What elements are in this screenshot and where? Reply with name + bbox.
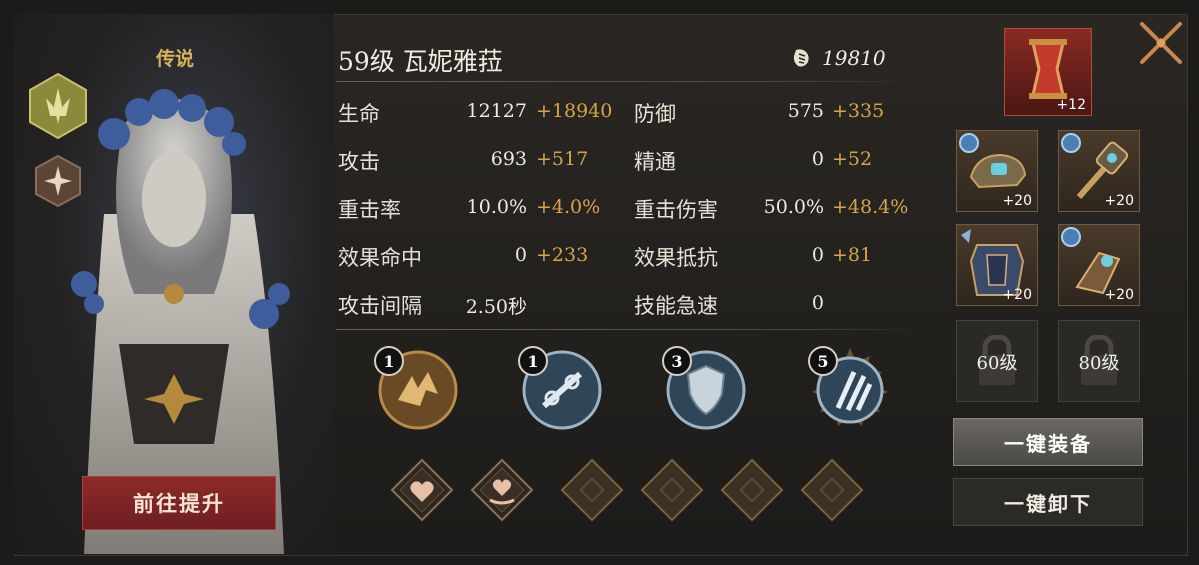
rune-5-empty-icon[interactable] <box>720 458 784 522</box>
artifact-slot[interactable]: +12 <box>1004 28 1092 116</box>
stat-base-crit-rate: 10.0% <box>466 196 527 218</box>
stat-label-crit-damage: 重击伤害 <box>634 198 718 222</box>
stat-label-effect-hit: 效果命中 <box>338 246 422 270</box>
equip-level-armor: +20 <box>1002 287 1032 303</box>
stat-base-attack-interval: 2.50秒 <box>465 296 527 318</box>
rune-4-empty-icon[interactable] <box>640 458 704 522</box>
stat-label-attack-interval: 攻击间隔 <box>338 294 422 318</box>
stat-label-skill-haste: 技能急速 <box>634 294 718 318</box>
stat-bonus-crit-rate: +4.0% <box>536 196 601 218</box>
rune-2-heart-hand-icon[interactable] <box>470 458 534 522</box>
stat-base-defense: 575 <box>787 100 824 122</box>
power-value: 19810 <box>822 46 886 70</box>
hero-name: 59级 瓦妮雅菈 <box>338 47 503 76</box>
stat-label-hp: 生命 <box>338 102 380 126</box>
rarity-label: 传说 <box>156 48 195 70</box>
stat-base-effect-hit: 0 <box>514 244 527 266</box>
equip-level-gauntlet: +20 <box>1104 287 1134 303</box>
element-emblem-icon[interactable] <box>34 154 82 208</box>
close-icon[interactable] <box>1136 18 1186 68</box>
stat-bonus-effect-resist: +81 <box>832 244 873 266</box>
rune-6-empty-icon[interactable] <box>800 458 864 522</box>
stat-base-hp: 12127 <box>466 100 527 122</box>
locked-slot-60[interactable]: 60级 <box>956 320 1038 402</box>
power-icon <box>793 49 809 67</box>
stat-bonus-effect-hit: +233 <box>536 244 589 266</box>
equip-level-helmet: +20 <box>1002 193 1032 209</box>
rune-3-empty-icon[interactable] <box>560 458 624 522</box>
stat-bonus-defense: +335 <box>832 100 885 122</box>
artifact-level: +12 <box>1056 97 1086 113</box>
stat-label-defense: 防御 <box>634 102 676 126</box>
stat-base-skill-haste: 0 <box>811 292 824 314</box>
class-emblem-icon[interactable] <box>28 72 88 140</box>
header-divider <box>336 81 924 82</box>
stat-base-effect-resist: 0 <box>811 244 824 266</box>
stat-base-mastery: 0 <box>811 148 824 170</box>
stat-label-mastery: 精通 <box>634 150 676 174</box>
equip-all-button[interactable]: 一键装备 <box>953 418 1143 466</box>
locked-slot-label: 60级 <box>976 353 1018 374</box>
skill-2-level: 1 <box>518 346 548 376</box>
rune-1-heart-icon[interactable] <box>390 458 454 522</box>
equip-level-weapon: +20 <box>1104 193 1134 209</box>
locked-slot-label: 80级 <box>1078 353 1120 374</box>
equip-slot-gauntlet[interactable]: +20 <box>1058 224 1140 306</box>
promote-button[interactable]: 前往提升 <box>82 476 276 530</box>
stat-label-attack: 攻击 <box>338 150 380 174</box>
stat-bonus-attack: +517 <box>536 148 589 170</box>
equip-slot-armor[interactable]: +20 <box>956 224 1038 306</box>
stat-base-crit-damage: 50.0% <box>763 196 824 218</box>
unequip-all-button[interactable]: 一键卸下 <box>953 478 1143 526</box>
stat-bonus-mastery: +52 <box>832 148 873 170</box>
locked-slot-80[interactable]: 80级 <box>1058 320 1140 402</box>
skill-3-level: 3 <box>662 346 692 376</box>
equip-slot-helmet[interactable]: +20 <box>956 130 1038 212</box>
stat-base-attack: 693 <box>490 148 527 170</box>
equip-slot-weapon[interactable]: +20 <box>1058 130 1140 212</box>
skill-1-level: 1 <box>374 346 404 376</box>
stat-bonus-crit-damage: +48.4% <box>832 196 909 218</box>
stat-label-effect-resist: 效果抵抗 <box>634 246 718 270</box>
stat-bonus-hp: +18940 <box>536 100 613 122</box>
skill-4-level: 5 <box>808 346 838 376</box>
stats-divider <box>336 329 924 330</box>
stat-label-crit-rate: 重击率 <box>338 198 401 222</box>
